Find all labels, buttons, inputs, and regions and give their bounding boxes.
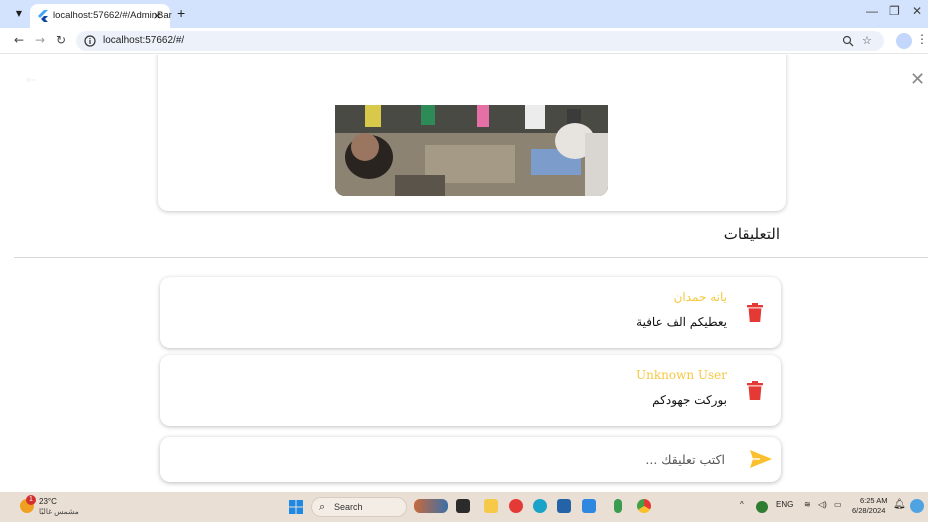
wifi-icon[interactable]: ≋ [804, 500, 811, 509]
forward-arrow-icon[interactable]: → [35, 33, 45, 47]
edge-browser-icon[interactable] [533, 499, 547, 513]
browser-tab-active[interactable]: localhost:57662/#/AdminBar × [30, 4, 172, 28]
file-explorer-icon[interactable] [484, 499, 498, 513]
delete-comment-trash-icon[interactable] [747, 381, 763, 400]
section-divider [14, 257, 928, 258]
widgets-app-icon[interactable] [414, 499, 448, 513]
taskbar-search-label: Search [334, 502, 363, 512]
task-view-icon[interactable] [456, 499, 470, 513]
browser-tab-strip: ▼ localhost:57662/#/AdminBar × + — ❐ ✕ [0, 0, 928, 28]
volume-icon[interactable]: ◁) [818, 500, 827, 509]
store-app-icon[interactable] [557, 499, 571, 513]
tab-search-chevron-icon[interactable]: ▼ [10, 6, 28, 22]
window-minimize-button[interactable]: — [866, 4, 878, 18]
comment-text: يعطيكم الف عافية [636, 315, 727, 329]
new-tab-button[interactable]: + [177, 5, 185, 21]
delete-comment-trash-icon[interactable] [747, 303, 763, 322]
comment-author: يانه حمدان [673, 290, 727, 304]
os-taskbar: 1 23°C مشمس غالبًا ⌕ Search ^ ENG ≋ ◁) ▭… [0, 492, 928, 522]
post-photo-illustration [335, 105, 608, 196]
post-card [158, 55, 786, 211]
comment-composer [160, 437, 781, 482]
window-close-button[interactable]: ✕ [912, 4, 922, 18]
weather-badge: 1 [26, 495, 36, 505]
page-back-arrow-icon[interactable]: ← [26, 73, 37, 88]
browser-menu-icon[interactable]: ⋮ [916, 32, 928, 46]
opera-browser-icon[interactable] [509, 499, 523, 513]
search-icon: ⌕ [319, 500, 326, 513]
weather-description[interactable]: مشمس غالبًا [39, 507, 79, 516]
vscode-icon[interactable] [582, 499, 596, 513]
taskbar-search-box[interactable]: ⌕ Search [311, 497, 407, 517]
copilot-icon[interactable] [910, 499, 924, 513]
comment-input[interactable] [170, 445, 725, 473]
windows-start-icon[interactable] [289, 500, 303, 514]
profile-avatar-icon[interactable] [896, 33, 912, 49]
page-close-icon[interactable]: ✕ [910, 69, 925, 90]
tray-app-icon[interactable] [756, 501, 768, 513]
comment-author: Unknown User [636, 368, 727, 382]
clock-date[interactable]: 6/28/2024 [852, 506, 885, 515]
address-bar[interactable]: localhost:57662/#/ ☆ [76, 31, 884, 51]
back-arrow-icon[interactable]: ← [14, 33, 24, 47]
notification-bell-icon[interactable]: 🔔︎ [893, 499, 906, 510]
send-comment-icon[interactable] [750, 450, 772, 468]
weather-temperature[interactable]: 23°C [39, 497, 57, 506]
comments-heading: التعليقات [723, 225, 780, 243]
bookmark-star-icon[interactable]: ☆ [862, 34, 872, 47]
clock-time[interactable]: 6:25 AM [860, 496, 888, 505]
language-indicator[interactable]: ENG [776, 500, 793, 509]
reload-icon[interactable]: ↻ [56, 33, 66, 47]
app-page: ← ✕ التعليقات يانه حمدان يعطيكم الف عافي… [0, 55, 928, 492]
flutter-favicon-icon [38, 10, 48, 22]
comment-text: بوركت جهودكم [652, 393, 727, 407]
chrome-browser-icon[interactable] [637, 499, 651, 513]
url-text: localhost:57662/#/ [103, 35, 185, 46]
window-restore-button[interactable]: ❐ [889, 4, 900, 18]
browser-toolbar: ← → ↻ localhost:57662/#/ ☆ ⋮ [0, 28, 928, 54]
comment-card: يانه حمدان يعطيكم الف عافية [160, 277, 781, 348]
site-info-icon[interactable] [84, 35, 96, 47]
zoom-icon[interactable] [842, 35, 854, 47]
mongodb-app-icon[interactable] [614, 499, 622, 513]
post-image [335, 105, 608, 196]
show-hidden-icons-chevron-icon[interactable]: ^ [740, 500, 744, 509]
comment-card: Unknown User بوركت جهودكم [160, 355, 781, 426]
tab-close-icon[interactable]: × [153, 9, 162, 22]
battery-icon[interactable]: ▭ [834, 500, 842, 509]
